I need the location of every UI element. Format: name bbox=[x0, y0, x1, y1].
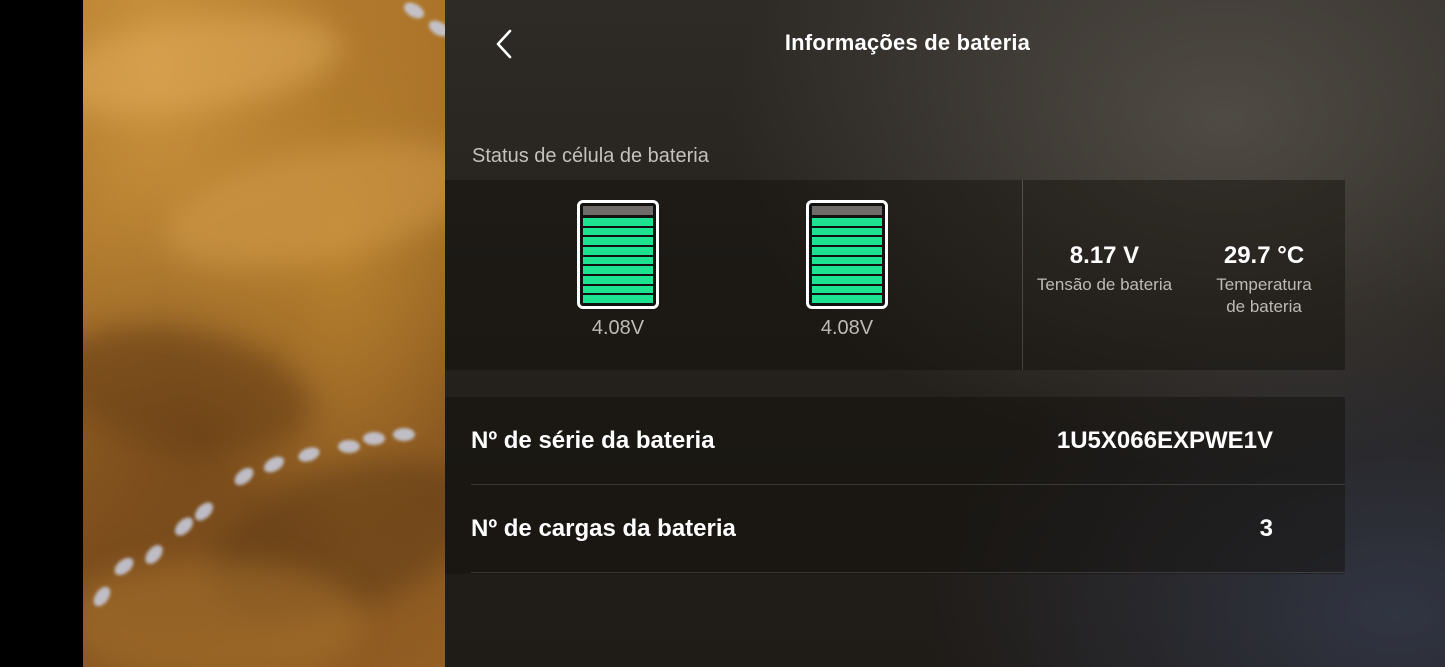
cell-status-label: Status de célula de bateria bbox=[472, 145, 709, 167]
battery-voltage-value: 8.17 V bbox=[1069, 242, 1140, 269]
fabric-fold bbox=[155, 117, 445, 293]
fabric-dot bbox=[338, 440, 360, 453]
battery-temperature-stat: 29.7 °C Temperatura de bateria bbox=[1199, 242, 1329, 318]
battery-cell-bar bbox=[812, 256, 882, 265]
fabric-dot bbox=[296, 444, 322, 465]
fabric-dot bbox=[401, 0, 427, 22]
battery-temperature-value: 29.7 °C bbox=[1223, 242, 1305, 269]
fabric-dot bbox=[393, 428, 415, 441]
battery-cell-icon bbox=[577, 200, 659, 309]
fabric-fold bbox=[83, 0, 348, 131]
battery-cell-bar bbox=[812, 227, 882, 236]
battery-cell-voltage: 4.08V bbox=[820, 317, 874, 339]
fabric-dot bbox=[261, 453, 287, 476]
battery-details-card: Nº de série da bateria 1U5X066EXPWE1V Nº… bbox=[445, 397, 1345, 574]
row-divider bbox=[471, 572, 1345, 573]
left-black-bar bbox=[0, 0, 83, 667]
battery-cell-bar bbox=[583, 295, 653, 304]
battery-cell-bar bbox=[583, 285, 653, 294]
battery-cell-empty-segment bbox=[583, 206, 653, 215]
cell-status-card: 4.08V 4.08V bbox=[445, 180, 1022, 370]
battery-cell-empty-segment bbox=[812, 206, 882, 215]
charge-count-value: 3 bbox=[1259, 515, 1273, 542]
camera-preview bbox=[83, 0, 445, 667]
battery-cell-icon bbox=[806, 200, 888, 309]
battery-cell-bar bbox=[812, 266, 882, 275]
charge-count-label: Nº de cargas da bateria bbox=[471, 515, 736, 542]
battery-cell-2: 4.08V bbox=[806, 200, 888, 340]
serial-number-value: 1U5X066EXPWE1V bbox=[1056, 427, 1273, 454]
serial-number-label: Nº de série da bateria bbox=[471, 427, 715, 454]
battery-cell-bar bbox=[812, 276, 882, 284]
fabric-fold bbox=[83, 308, 322, 472]
page-title: Informações de bateria bbox=[784, 30, 1031, 55]
fabric-dot bbox=[363, 432, 385, 445]
battery-voltage-label: Tensão de bateria bbox=[1036, 275, 1173, 294]
battery-cell-bar bbox=[583, 237, 653, 246]
fabric-dot bbox=[426, 17, 445, 40]
battery-cell-bar bbox=[583, 276, 653, 284]
battery-temperature-label: Temperatura de bateria bbox=[1199, 274, 1329, 318]
charge-count-row: Nº de cargas da bateria 3 bbox=[471, 485, 1345, 573]
fabric-dot bbox=[171, 514, 197, 539]
battery-cell-bar bbox=[812, 285, 882, 294]
battery-voltage-stat: 8.17 V Tensão de bateria bbox=[1027, 242, 1182, 296]
serial-number-row: Nº de série da bateria 1U5X066EXPWE1V bbox=[471, 397, 1345, 485]
battery-cell-bar bbox=[812, 237, 882, 246]
battery-cell-bar bbox=[583, 227, 653, 236]
battery-cell-bar bbox=[583, 256, 653, 265]
battery-temperature-label-line1: Temperatura bbox=[1216, 275, 1312, 294]
battery-cell-voltage: 4.08V bbox=[591, 317, 645, 339]
battery-cell-1: 4.08V bbox=[577, 200, 659, 340]
battery-stats-card: 8.17 V Tensão de bateria 29.7 °C Tempera… bbox=[1023, 180, 1345, 370]
battery-temperature-label-line2: de bateria bbox=[1226, 297, 1302, 316]
battery-cell-bar bbox=[812, 218, 882, 226]
battery-cell-bar bbox=[583, 266, 653, 275]
fabric-dot bbox=[191, 499, 217, 524]
fabric-dot bbox=[231, 464, 257, 489]
battery-info-panel: Informações de bateria Status de célula … bbox=[445, 0, 1445, 667]
battery-cell-bar bbox=[583, 247, 653, 255]
battery-cell-bar bbox=[583, 218, 653, 226]
battery-cell-bar bbox=[812, 295, 882, 304]
battery-cell-bar bbox=[812, 247, 882, 255]
